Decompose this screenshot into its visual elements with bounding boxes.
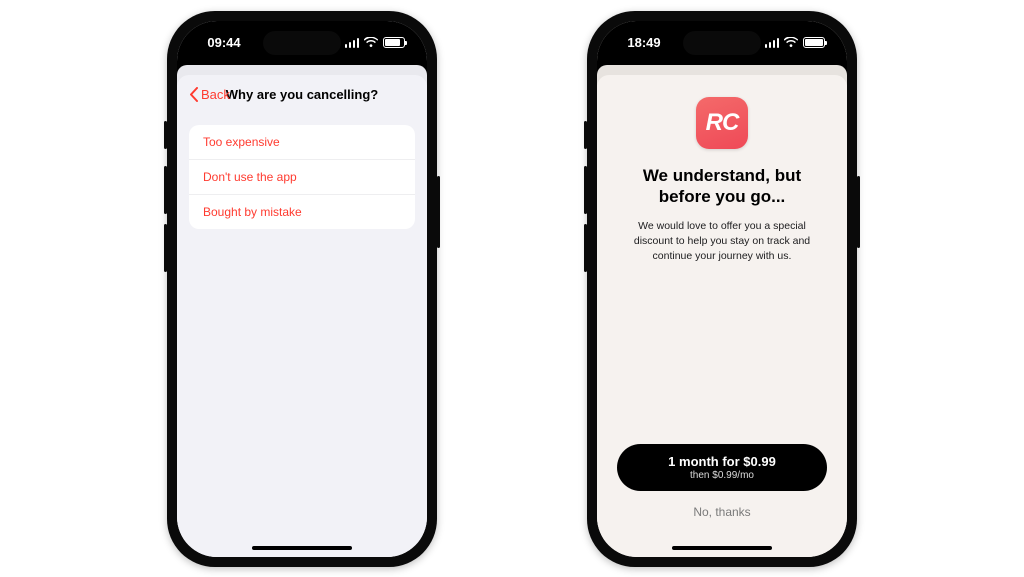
power-button (857, 176, 860, 248)
screen-left: 09:44 Back Why are you cancelling? Too e… (177, 21, 427, 557)
battery-icon (383, 37, 405, 48)
cellular-icon (345, 38, 360, 48)
cellular-icon (765, 38, 780, 48)
reason-dont-use[interactable]: Don't use the app (189, 160, 415, 195)
volume-up-button (164, 166, 167, 214)
offer-sheet: RC We understand, but before you go... W… (597, 75, 847, 557)
page-title: Why are you cancelling? (226, 87, 378, 102)
modal-sheet: Back Why are you cancelling? Too expensi… (177, 75, 427, 557)
chevron-left-icon (189, 87, 198, 102)
status-time: 18:49 (619, 35, 669, 50)
back-label: Back (201, 87, 230, 102)
offer-title: We understand, but before you go... (617, 165, 827, 208)
app-icon-text: RC (706, 109, 739, 137)
volume-down-button (584, 224, 587, 272)
status-time: 09:44 (199, 35, 249, 50)
phone-left: 09:44 Back Why are you cancelling? Too e… (167, 11, 437, 567)
dynamic-island (683, 31, 761, 55)
reason-list: Too expensive Don't use the app Bought b… (189, 125, 415, 229)
volume-up-button (584, 166, 587, 214)
dynamic-island (263, 31, 341, 55)
status-indicators (345, 37, 406, 48)
cta-sub-label: then $0.99/mo (629, 470, 815, 481)
nav-bar: Back Why are you cancelling? (177, 75, 427, 115)
status-indicators (765, 37, 826, 48)
wifi-icon (784, 37, 798, 48)
reason-too-expensive[interactable]: Too expensive (189, 125, 415, 160)
accept-offer-button[interactable]: 1 month for $0.99 then $0.99/mo (617, 444, 827, 491)
wifi-icon (364, 37, 378, 48)
home-indicator[interactable] (252, 546, 352, 550)
power-button (437, 176, 440, 248)
side-button (584, 121, 587, 149)
decline-offer-button[interactable]: No, thanks (693, 505, 750, 519)
offer-body: We would love to offer you a special dis… (617, 219, 827, 265)
cta-main-label: 1 month for $0.99 (629, 454, 815, 469)
reason-mistake[interactable]: Bought by mistake (189, 195, 415, 229)
back-button[interactable]: Back (189, 75, 230, 115)
side-button (164, 121, 167, 149)
app-icon: RC (696, 97, 748, 149)
screen-right: 18:49 RC We understand, but before you g… (597, 21, 847, 557)
phone-right: 18:49 RC We understand, but before you g… (587, 11, 857, 567)
battery-icon (803, 37, 825, 48)
volume-down-button (164, 224, 167, 272)
home-indicator[interactable] (672, 546, 772, 550)
